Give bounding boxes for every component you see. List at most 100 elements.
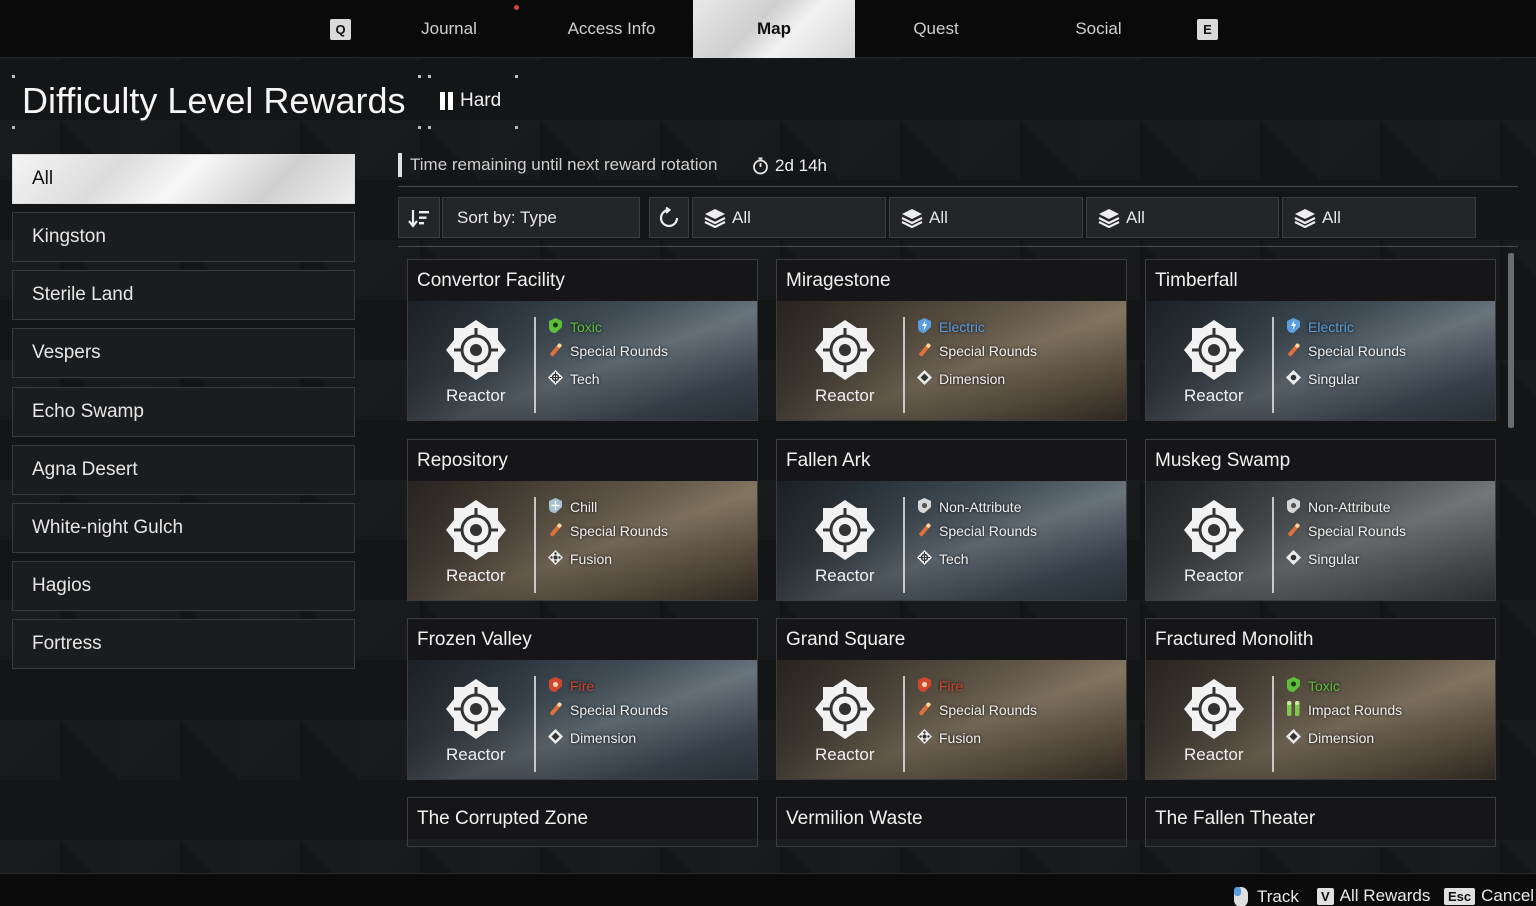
rounds-attribute: Special Rounds — [547, 521, 668, 541]
rounds-label: Special Rounds — [1308, 343, 1407, 359]
filter-dropdown-2[interactable]: All — [889, 197, 1083, 238]
sidebar-item-agna-desert[interactable]: Agna Desert — [12, 445, 355, 495]
reward-card-fallen-ark[interactable]: Fallen Ark Reactor Non-Attribute Special… — [776, 439, 1127, 601]
element-label: Non-Attribute — [1308, 499, 1391, 515]
card-grid-scrollbar[interactable] — [1508, 253, 1514, 428]
reactor-icon — [1182, 318, 1246, 387]
sidebar-item-sterile-land[interactable]: Sterile Land — [12, 270, 355, 320]
track-action[interactable]: Track — [1231, 886, 1299, 906]
non-attribute-icon — [916, 497, 933, 517]
sort-descending-icon — [408, 209, 429, 228]
prev-tab-key[interactable]: Q — [330, 19, 351, 40]
rounds-attribute: Impact Rounds — [1285, 700, 1402, 720]
next-tab-key[interactable]: E — [1197, 19, 1218, 40]
tab-journal[interactable]: Journal — [380, 0, 518, 58]
rounds-attribute: Special Rounds — [547, 341, 668, 361]
sidebar-item-kingston[interactable]: Kingston — [12, 212, 355, 262]
corner-mark — [515, 126, 518, 129]
card-separator — [903, 676, 905, 772]
card-separator — [1272, 497, 1274, 593]
element-label: Electric — [1308, 319, 1354, 335]
cancel-label: Cancel — [1481, 886, 1535, 905]
dimension-icon — [916, 369, 933, 389]
filter-dropdown-3[interactable]: All — [1086, 197, 1279, 238]
card-title: The Fallen Theater — [1146, 798, 1495, 839]
arche-attribute: Dimension — [1285, 728, 1374, 748]
reward-card-grand-square[interactable]: Grand Square Reactor Fire Special Rounds… — [776, 618, 1127, 780]
rounds-label: Special Rounds — [939, 702, 1038, 718]
difficulty-bars-icon — [440, 92, 453, 110]
arche-attribute: Dimension — [547, 728, 636, 748]
layers-icon — [901, 208, 923, 228]
sort-order-button[interactable] — [398, 197, 440, 238]
reactor-icon — [813, 318, 877, 387]
tab-map[interactable]: Map — [693, 0, 855, 58]
special-rounds-icon — [547, 521, 564, 541]
cancel-action[interactable]: Esc Cancel — [1444, 886, 1534, 906]
tab-access-info[interactable]: Access Info — [530, 0, 693, 58]
element-attribute: Non-Attribute — [1285, 497, 1390, 517]
reward-label: Reactor — [446, 745, 506, 764]
filter-dropdown-4[interactable]: All — [1282, 197, 1476, 238]
divider — [398, 246, 1518, 247]
reward-card-timberfall[interactable]: Timberfall Reactor Electric Special Roun… — [1145, 259, 1496, 421]
corner-mark — [418, 75, 421, 78]
corner-mark — [12, 126, 15, 129]
element-label: Toxic — [1308, 678, 1340, 694]
chill-icon — [547, 497, 564, 517]
arche-attribute: Singular — [1285, 549, 1359, 569]
card-title: Muskeg Swamp — [1146, 440, 1495, 481]
sidebar-item-fortress[interactable]: Fortress — [12, 619, 355, 669]
reset-filter-button[interactable] — [649, 197, 689, 238]
all-rewards-action[interactable]: V All Rewards — [1317, 886, 1430, 906]
toxic-icon — [1285, 676, 1302, 696]
reward-label: Reactor — [1184, 566, 1244, 585]
layers-icon — [1098, 208, 1120, 228]
filter-dropdown-1[interactable]: All — [692, 197, 886, 238]
reward-label: Reactor — [446, 566, 506, 585]
arche-label: Tech — [570, 371, 600, 387]
reactor-icon — [444, 318, 508, 387]
non-attribute-icon — [1285, 497, 1302, 517]
sort-by-dropdown[interactable]: Sort by: Type — [442, 197, 640, 238]
reward-card-frozen-valley[interactable]: Frozen Valley Reactor Fire Special Round… — [407, 618, 758, 780]
reward-card-muskeg-swamp[interactable]: Muskeg Swamp Reactor Non-Attribute Speci… — [1145, 439, 1496, 601]
arche-attribute: Fusion — [916, 728, 981, 748]
reactor-icon — [1182, 677, 1246, 746]
sidebar-item-hagios[interactable]: Hagios — [12, 561, 355, 611]
divider — [398, 186, 1518, 187]
reward-card-miragestone[interactable]: Miragestone Reactor Electric Special Rou… — [776, 259, 1127, 421]
filter-2-value: All — [929, 207, 948, 227]
card-title: Miragestone — [777, 260, 1126, 301]
reward-label: Reactor — [815, 386, 875, 405]
special-rounds-icon — [1285, 521, 1302, 541]
tab-social[interactable]: Social — [1017, 0, 1180, 58]
sidebar-item-white-night-gulch[interactable]: White-night Gulch — [12, 503, 355, 553]
sidebar-item-vespers[interactable]: Vespers — [12, 328, 355, 378]
element-attribute: Electric — [916, 317, 985, 337]
all-rewards-label: All Rewards — [1339, 886, 1431, 905]
reward-card-convertor-facility[interactable]: Convertor Facility Reactor Toxic Special… — [407, 259, 758, 421]
all-rewards-key: V — [1317, 887, 1334, 905]
rounds-attribute: Special Rounds — [547, 700, 668, 720]
difficulty-label: Hard — [460, 90, 502, 111]
rounds-attribute: Special Rounds — [916, 700, 1037, 720]
reward-card-partial[interactable]: Vermilion Waste — [776, 797, 1127, 847]
page-title: Difficulty Level Rewards — [22, 80, 406, 121]
tech-icon — [916, 549, 933, 569]
reward-card-repository[interactable]: Repository Reactor Chill Special Rounds … — [407, 439, 758, 601]
rounds-label: Special Rounds — [570, 702, 669, 718]
electric-icon — [916, 317, 933, 337]
reward-card-partial[interactable]: The Corrupted Zone — [407, 797, 758, 847]
element-attribute: Toxic — [547, 317, 602, 337]
reward-card-fractured-monolith[interactable]: Fractured Monolith Reactor Toxic Impact … — [1145, 618, 1496, 780]
singular-icon — [1285, 369, 1302, 389]
card-separator — [1272, 317, 1274, 413]
sidebar-item-echo-swamp[interactable]: Echo Swamp — [12, 387, 355, 437]
timer-accent-bar — [398, 153, 402, 177]
element-attribute: Fire — [547, 676, 594, 696]
tab-quest[interactable]: Quest — [855, 0, 1017, 58]
filter-3-value: All — [1126, 207, 1145, 227]
sidebar-item-all[interactable]: All — [12, 154, 355, 204]
reward-card-partial[interactable]: The Fallen Theater — [1145, 797, 1496, 847]
